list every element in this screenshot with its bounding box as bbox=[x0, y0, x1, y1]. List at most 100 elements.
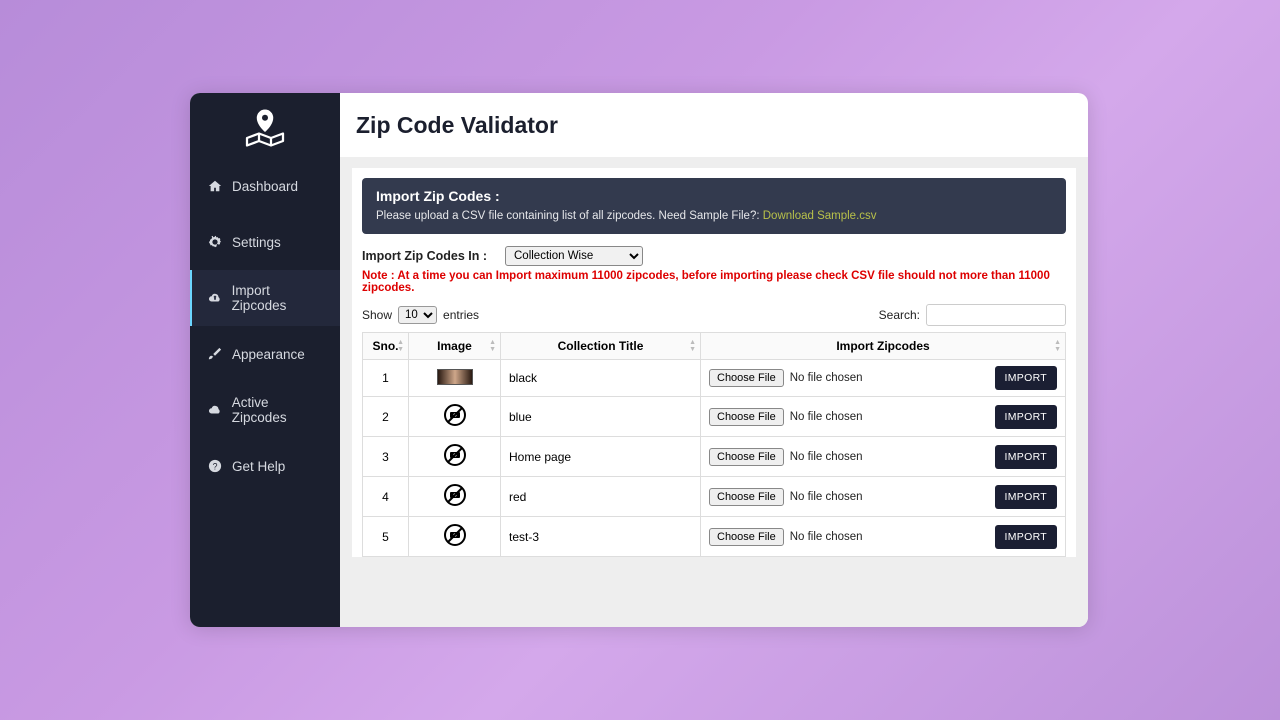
cell-import: Choose File No file chosen IMPORT bbox=[701, 360, 1066, 397]
import-button[interactable]: IMPORT bbox=[995, 366, 1057, 390]
choose-file-button[interactable]: Choose File bbox=[709, 528, 784, 546]
no-image-icon bbox=[443, 403, 467, 427]
sidebar: Dashboard Settings Import Zipcodes Appea… bbox=[190, 93, 340, 627]
sidebar-item-appearance[interactable]: Appearance bbox=[190, 326, 340, 382]
notice-body: Please upload a CSV file containing list… bbox=[376, 210, 1052, 222]
page-header: Zip Code Validator bbox=[340, 93, 1088, 158]
download-sample-link[interactable]: Download Sample.csv bbox=[763, 210, 877, 222]
file-chosen-label: No file chosen bbox=[790, 411, 863, 423]
search-input[interactable] bbox=[926, 304, 1066, 326]
sidebar-item-label: Appearance bbox=[232, 347, 305, 362]
search-control: Search: bbox=[879, 304, 1066, 326]
cloud-icon bbox=[206, 403, 224, 417]
sidebar-item-active-zipcodes[interactable]: Active Zipcodes bbox=[190, 382, 340, 438]
sidebar-item-label: Get Help bbox=[232, 459, 285, 474]
sort-icon: ▲▼ bbox=[489, 339, 496, 353]
cell-import: Choose File No file chosen IMPORT bbox=[701, 397, 1066, 437]
sidebar-item-import-zipcodes[interactable]: Import Zipcodes bbox=[190, 270, 340, 326]
cell-title: black bbox=[501, 360, 701, 397]
sort-icon: ▲▼ bbox=[397, 339, 404, 353]
filter-row: Import Zip Codes In : Collection Wise bbox=[362, 246, 1066, 266]
content-wrap: Import Zip Codes : Please upload a CSV f… bbox=[340, 158, 1088, 627]
choose-file-button[interactable]: Choose File bbox=[709, 488, 784, 506]
cell-sno: 4 bbox=[363, 477, 409, 517]
th-import[interactable]: Import Zipcodes▲▼ bbox=[701, 333, 1066, 360]
import-button[interactable]: IMPORT bbox=[995, 525, 1057, 549]
app-shell: Dashboard Settings Import Zipcodes Appea… bbox=[190, 93, 1088, 627]
import-notice: Import Zip Codes : Please upload a CSV f… bbox=[362, 178, 1066, 234]
home-icon bbox=[206, 179, 224, 193]
cell-sno: 3 bbox=[363, 437, 409, 477]
question-icon: ? bbox=[206, 459, 224, 473]
choose-file-button[interactable]: Choose File bbox=[709, 408, 784, 426]
table-row: 2 blue Choose File No file chosen IMPORT bbox=[363, 397, 1066, 437]
table-row: 1 black Choose File No file chosen IMPORT bbox=[363, 360, 1066, 397]
import-button[interactable]: IMPORT bbox=[995, 485, 1057, 509]
app-logo bbox=[190, 93, 340, 158]
sort-icon: ▲▼ bbox=[1054, 339, 1061, 353]
no-image-icon bbox=[443, 483, 467, 507]
sidebar-item-dashboard[interactable]: Dashboard bbox=[190, 158, 340, 214]
content-card: Import Zip Codes : Please upload a CSV f… bbox=[352, 168, 1076, 557]
collection-thumb bbox=[437, 369, 473, 385]
show-label: Show bbox=[362, 308, 392, 322]
cell-image bbox=[409, 360, 501, 397]
search-label: Search: bbox=[879, 308, 920, 322]
cell-import: Choose File No file chosen IMPORT bbox=[701, 477, 1066, 517]
collections-table: Sno.▲▼ Image▲▼ Collection Title▲▼ Import… bbox=[362, 332, 1066, 557]
cell-title: red bbox=[501, 477, 701, 517]
import-button[interactable]: IMPORT bbox=[995, 405, 1057, 429]
gear-icon bbox=[206, 235, 224, 249]
sort-icon: ▲▼ bbox=[689, 339, 696, 353]
th-sno[interactable]: Sno.▲▼ bbox=[363, 333, 409, 360]
cell-title: Home page bbox=[501, 437, 701, 477]
file-chosen-label: No file chosen bbox=[790, 451, 863, 463]
notice-title: Import Zip Codes : bbox=[376, 188, 1052, 204]
cell-sno: 1 bbox=[363, 360, 409, 397]
cell-sno: 2 bbox=[363, 397, 409, 437]
sidebar-item-label: Dashboard bbox=[232, 179, 298, 194]
cell-image bbox=[409, 437, 501, 477]
map-pin-icon bbox=[241, 104, 289, 148]
file-chosen-label: No file chosen bbox=[790, 372, 863, 384]
sidebar-item-label: Settings bbox=[232, 235, 281, 250]
cell-import: Choose File No file chosen IMPORT bbox=[701, 517, 1066, 557]
collection-mode-select[interactable]: Collection Wise bbox=[505, 246, 643, 266]
cell-sno: 5 bbox=[363, 517, 409, 557]
entries-label: entries bbox=[443, 308, 479, 322]
table-body: 1 black Choose File No file chosen IMPORT 2 bl… bbox=[363, 360, 1066, 557]
file-chosen-label: No file chosen bbox=[790, 491, 863, 503]
warning-note: Note : At a time you can Import maximum … bbox=[362, 270, 1066, 294]
no-image-icon bbox=[443, 523, 467, 547]
cell-import: Choose File No file chosen IMPORT bbox=[701, 437, 1066, 477]
th-image[interactable]: Image▲▼ bbox=[409, 333, 501, 360]
table-row: 3 Home page Choose File No file chosen IMPOR… bbox=[363, 437, 1066, 477]
page-size-control: Show 10 entries bbox=[362, 306, 479, 324]
sidebar-item-label: Active Zipcodes bbox=[232, 395, 326, 425]
sidebar-item-get-help[interactable]: ? Get Help bbox=[190, 438, 340, 494]
page-title: Zip Code Validator bbox=[356, 112, 558, 139]
table-row: 4 red Choose File No file chosen IMPORT bbox=[363, 477, 1066, 517]
brush-icon bbox=[206, 347, 224, 361]
sidebar-item-settings[interactable]: Settings bbox=[190, 214, 340, 270]
th-title[interactable]: Collection Title▲▼ bbox=[501, 333, 701, 360]
main-area: Zip Code Validator Import Zip Codes : Pl… bbox=[340, 93, 1088, 627]
filter-label: Import Zip Codes In : bbox=[362, 249, 487, 263]
svg-text:?: ? bbox=[213, 462, 218, 472]
cell-image bbox=[409, 477, 501, 517]
choose-file-button[interactable]: Choose File bbox=[709, 448, 784, 466]
choose-file-button[interactable]: Choose File bbox=[709, 369, 784, 387]
sidebar-nav: Dashboard Settings Import Zipcodes Appea… bbox=[190, 158, 340, 494]
table-row: 5 test-3 Choose File No file chosen IMPORT bbox=[363, 517, 1066, 557]
cell-image bbox=[409, 397, 501, 437]
cell-title: test-3 bbox=[501, 517, 701, 557]
table-head: Sno.▲▼ Image▲▼ Collection Title▲▼ Import… bbox=[363, 333, 1066, 360]
cloud-upload-icon bbox=[206, 291, 224, 305]
file-chosen-label: No file chosen bbox=[790, 531, 863, 543]
notice-text: Please upload a CSV file containing list… bbox=[376, 210, 763, 222]
cell-image bbox=[409, 517, 501, 557]
import-button[interactable]: IMPORT bbox=[995, 445, 1057, 469]
no-image-icon bbox=[443, 443, 467, 467]
page-size-select[interactable]: 10 bbox=[398, 306, 437, 324]
cell-title: blue bbox=[501, 397, 701, 437]
